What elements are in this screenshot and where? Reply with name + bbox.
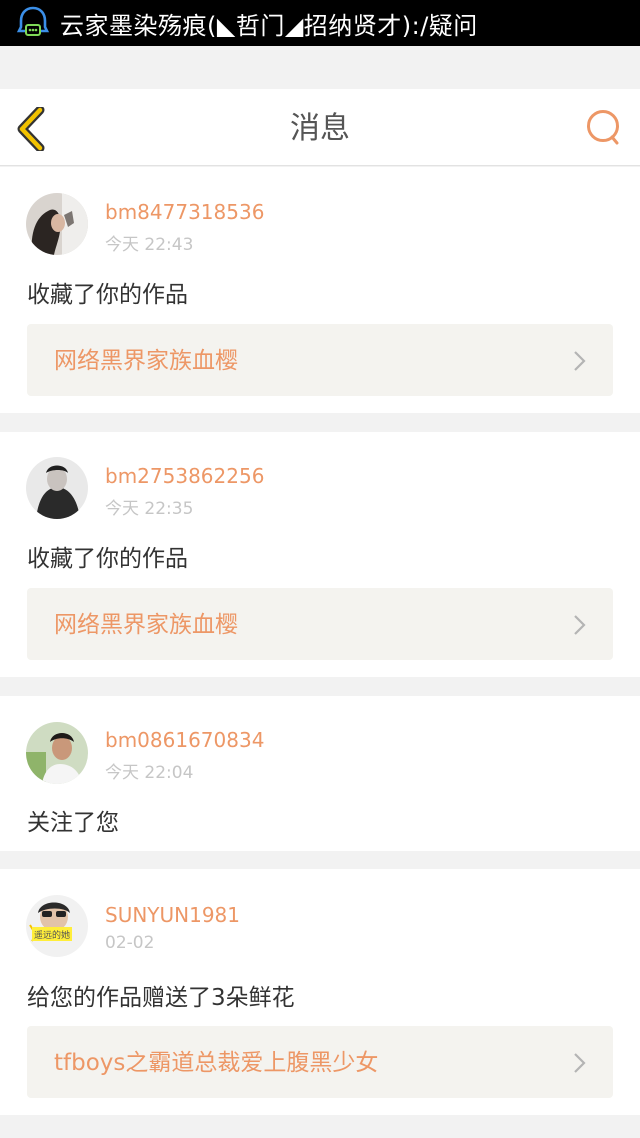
avatar[interactable]: [26, 457, 88, 519]
username[interactable]: bm2753862256: [105, 464, 264, 488]
avatar[interactable]: 遥远的她: [26, 895, 88, 957]
avatar-badge-text: 遥远的她: [34, 929, 70, 941]
chevron-right-icon: [574, 1053, 586, 1073]
message-card: 遥远的她 SUNYUN1981 02-02 给您的作品赠送了3朵鲜花 tfboy…: [0, 869, 640, 1115]
timestamp: 今天 22:04: [105, 763, 194, 783]
username[interactable]: bm0861670834: [105, 728, 264, 752]
chat-notification-icon: [16, 6, 50, 36]
message-card: bm0861670834 今天 22:04 关注了您: [0, 696, 640, 851]
message-action: 给您的作品赠送了3朵鲜花: [27, 985, 295, 1011]
status-text: 云家墨染殇痕(◣哲门◢招纳贤才):/疑问: [60, 11, 478, 40]
chevron-right-icon: [574, 351, 586, 371]
status-bar: 云家墨染殇痕(◣哲门◢招纳贤才):/疑问: [0, 0, 640, 46]
work-link[interactable]: 网络黑界家族血樱: [27, 588, 613, 660]
timestamp: 02-02: [105, 933, 155, 953]
avatar[interactable]: [26, 722, 88, 784]
message-action: 收藏了你的作品: [27, 282, 188, 308]
chevron-right-icon: [574, 615, 586, 635]
message-card: bm8477318536 今天 22:43 收藏了你的作品 网络黑界家族血樱: [0, 167, 640, 413]
work-link[interactable]: tfboys之霸道总裁爱上腹黑少女: [27, 1026, 613, 1098]
search-icon[interactable]: [584, 107, 624, 147]
message-card: bm2753862256 今天 22:35 收藏了你的作品 网络黑界家族血樱: [0, 432, 640, 677]
timestamp: 今天 22:43: [105, 235, 194, 255]
work-link[interactable]: 网络黑界家族血樱: [27, 324, 613, 396]
message-action: 关注了您: [27, 810, 119, 836]
header-bar: 消息: [0, 89, 640, 166]
message-action: 收藏了你的作品: [27, 546, 188, 572]
page-title: 消息: [290, 111, 350, 146]
work-title: 网络黑界家族血樱: [54, 348, 238, 374]
work-title: 网络黑界家族血樱: [54, 612, 238, 638]
username[interactable]: bm8477318536: [105, 200, 264, 224]
avatar[interactable]: [26, 193, 88, 255]
timestamp: 今天 22:35: [105, 499, 194, 519]
username[interactable]: SUNYUN1981: [105, 903, 240, 927]
work-title: tfboys之霸道总裁爱上腹黑少女: [54, 1050, 379, 1076]
